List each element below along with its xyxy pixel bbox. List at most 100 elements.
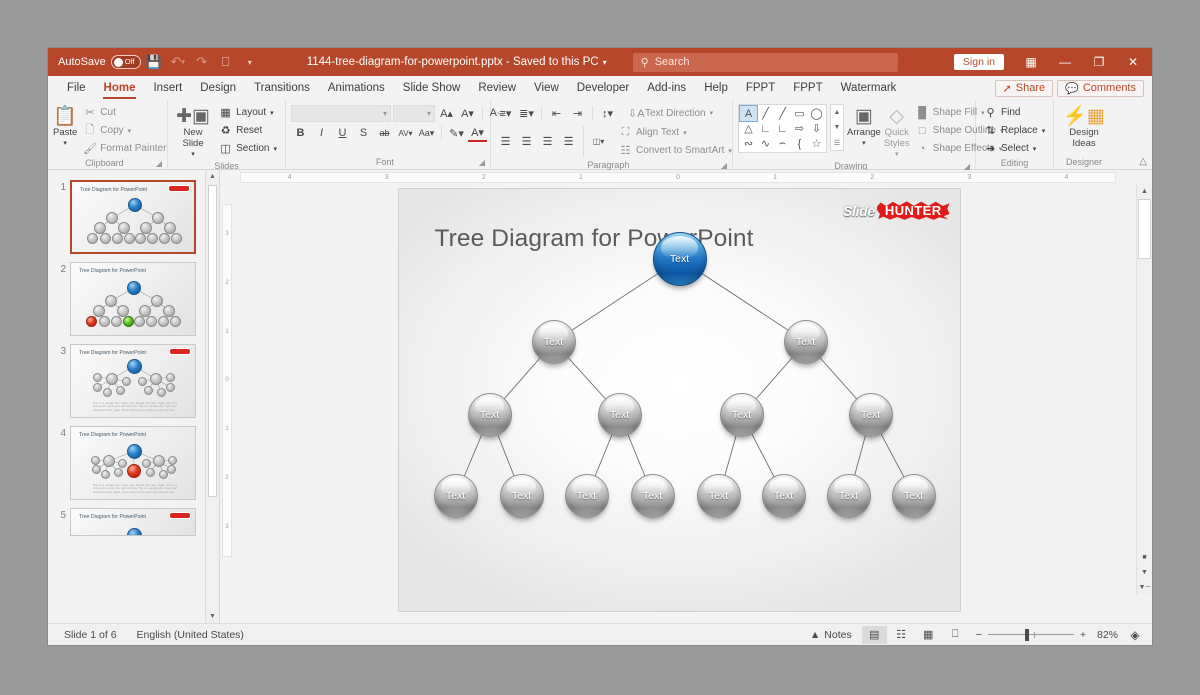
tree-node-l3-1[interactable]: Text bbox=[434, 474, 478, 518]
autosave-control[interactable]: AutoSave Off bbox=[58, 55, 141, 69]
new-slide-button[interactable]: ✚▣ New Slide ▾ bbox=[173, 104, 213, 160]
text-shadow-button[interactable]: S bbox=[354, 124, 373, 142]
strikethrough-button[interactable]: ab bbox=[375, 124, 394, 142]
bullets-button[interactable]: ≡▾ bbox=[496, 104, 515, 122]
comments-button[interactable]: 💬 Comments bbox=[1057, 80, 1144, 97]
text-highlight-color-button[interactable]: ✎▾ bbox=[447, 124, 466, 142]
slide-surface[interactable]: Tree Diagram for PowerPoint Slide HUNTER bbox=[398, 188, 961, 612]
align-text-button[interactable]: ⛶ Align Text ▾ bbox=[616, 124, 735, 141]
columns-button[interactable]: ◫▾ bbox=[589, 133, 608, 151]
search-input[interactable]: ⚲ Search bbox=[633, 53, 898, 72]
tree-node-l3-6[interactable]: Text bbox=[762, 474, 806, 518]
reset-button[interactable]: ♻ Reset bbox=[216, 122, 280, 139]
editor-vertical-scrollbar[interactable]: ▲ ■ ▼ ▼─ bbox=[1136, 184, 1152, 595]
shape-gallery-more-icon[interactable]: ☰ bbox=[831, 135, 843, 150]
text-direction-button[interactable]: ⇩A Text Direction ▾ bbox=[625, 105, 716, 122]
thumbnail-scroll-up-icon[interactable]: ▲ bbox=[206, 170, 219, 183]
present-icon[interactable]: ⎕ bbox=[215, 51, 237, 73]
tab-add-ins[interactable]: Add-ins bbox=[638, 76, 695, 100]
arrange-button[interactable]: ▣ Arrange ▾ bbox=[847, 104, 881, 149]
thumbnail-slide-4[interactable]: 4 Tree Diagram for PowerPoint bbox=[48, 422, 219, 504]
section-button[interactable]: ◫ Section ▾ bbox=[216, 140, 280, 157]
thumbnail-slide-3[interactable]: 3 Tree Diagram for PowerPoint bbox=[48, 340, 219, 422]
tree-node-l3-2[interactable]: Text bbox=[500, 474, 544, 518]
close-button[interactable]: ✕ bbox=[1116, 48, 1150, 76]
tree-node-l3-7[interactable]: Text bbox=[827, 474, 871, 518]
zoom-slider-handle[interactable] bbox=[1025, 629, 1029, 641]
shape-textbox-icon[interactable]: A bbox=[740, 106, 757, 121]
scroll-down-icon[interactable]: ▼ bbox=[1137, 565, 1152, 580]
tree-node-l2-3[interactable]: Text bbox=[720, 393, 764, 437]
tree-node-root[interactable]: Text bbox=[653, 232, 707, 286]
redo-icon[interactable]: ↷ bbox=[191, 51, 213, 73]
tree-node-l1-right[interactable]: Text bbox=[784, 320, 828, 364]
bold-button[interactable]: B bbox=[291, 124, 310, 142]
language-indicator[interactable]: English (United States) bbox=[127, 629, 254, 641]
tab-transitions[interactable]: Transitions bbox=[245, 76, 319, 100]
font-dialog-launcher[interactable]: ◢ bbox=[479, 156, 485, 169]
tree-node-l2-2[interactable]: Text bbox=[598, 393, 642, 437]
new-slide-dropdown-icon[interactable]: ▾ bbox=[191, 149, 195, 160]
shape-elbow-icon[interactable]: ∟ bbox=[757, 121, 774, 136]
increase-font-size-button[interactable]: A▴ bbox=[437, 104, 456, 122]
scroll-up-icon[interactable]: ▲ bbox=[1137, 184, 1152, 199]
shape-freeform-icon[interactable]: ∾ bbox=[740, 136, 757, 151]
shape-down-arrow-icon[interactable]: ⇩ bbox=[808, 121, 825, 136]
font-color-button[interactable]: A▾ bbox=[468, 124, 487, 142]
shape-triangle-icon[interactable]: △ bbox=[740, 121, 757, 136]
save-icon[interactable]: 💾 bbox=[143, 51, 165, 73]
tab-file[interactable]: File bbox=[58, 76, 95, 100]
tab-view[interactable]: View bbox=[525, 76, 568, 100]
font-name-select[interactable]: ▾ bbox=[291, 105, 391, 122]
tab-fppt-1[interactable]: FPPT bbox=[737, 76, 784, 100]
shape-arrow-icon[interactable]: ╱ bbox=[774, 106, 791, 121]
tab-developer[interactable]: Developer bbox=[568, 76, 638, 100]
cut-button[interactable]: ✂ Cut bbox=[80, 104, 169, 121]
section-dropdown-icon[interactable]: ▾ bbox=[273, 145, 277, 153]
convert-to-smartart-button[interactable]: ☷ Convert to SmartArt ▾ bbox=[616, 142, 735, 159]
replace-button[interactable]: ⇅ Replace ▾ bbox=[981, 122, 1048, 139]
quick-styles-button[interactable]: ◇ Quick Styles ▾ bbox=[884, 104, 910, 160]
shape-star-icon[interactable]: ☆ bbox=[808, 136, 825, 151]
tree-node-l3-8[interactable]: Text bbox=[892, 474, 936, 518]
font-size-select[interactable]: ▾ bbox=[393, 105, 435, 122]
thumbnail-scroll-down-icon[interactable]: ▼ bbox=[206, 610, 219, 623]
shape-right-arrow-icon[interactable]: ⇨ bbox=[791, 121, 808, 136]
align-left-button[interactable]: ☰ bbox=[496, 133, 515, 151]
copy-dropdown-icon[interactable]: ▾ bbox=[128, 127, 132, 135]
increase-indent-button[interactable]: ⇥ bbox=[568, 104, 587, 122]
tree-node-l2-1[interactable]: Text bbox=[468, 393, 512, 437]
layout-dropdown-icon[interactable]: ▾ bbox=[270, 109, 274, 117]
sign-in-button[interactable]: Sign in bbox=[954, 54, 1004, 70]
clipboard-dialog-launcher[interactable]: ◢ bbox=[156, 157, 162, 170]
slide-counter[interactable]: Slide 1 of 6 bbox=[54, 629, 127, 641]
document-title-dropdown-icon[interactable]: ▾ bbox=[603, 58, 607, 67]
zoom-in-button[interactable]: + bbox=[1080, 629, 1086, 641]
shape-arc-icon[interactable]: ⌢ bbox=[774, 136, 791, 151]
next-slide-icon[interactable]: ▼─ bbox=[1137, 580, 1152, 595]
share-button[interactable]: ➚ Share bbox=[995, 80, 1054, 97]
format-painter-button[interactable]: 🖌 Format Painter bbox=[80, 140, 169, 157]
find-button[interactable]: ⚲ Find bbox=[981, 104, 1048, 121]
thumbnail-slide-5[interactable]: 5 Tree Diagram for PowerPoint bbox=[48, 504, 219, 540]
design-ideas-button[interactable]: ⚡▦ Design Ideas bbox=[1059, 104, 1109, 149]
notes-button[interactable]: ▲ Notes bbox=[802, 629, 860, 641]
align-right-button[interactable]: ☰ bbox=[538, 133, 557, 151]
paste-button[interactable]: 📋 Paste ▾ bbox=[53, 104, 77, 149]
tree-node-l3-4[interactable]: Text bbox=[631, 474, 675, 518]
tree-node-l3-5[interactable]: Text bbox=[697, 474, 741, 518]
paste-dropdown-icon[interactable]: ▾ bbox=[63, 138, 67, 149]
shape-gallery-scroll[interactable]: ▲ ▼ ☰ bbox=[830, 104, 844, 151]
tab-fppt-2[interactable]: FPPT bbox=[784, 76, 831, 100]
character-spacing-button[interactable]: AV▾ bbox=[396, 124, 415, 142]
tab-animations[interactable]: Animations bbox=[319, 76, 394, 100]
vertical-scrollbar-thumb[interactable] bbox=[1138, 199, 1151, 259]
zoom-out-button[interactable]: − bbox=[976, 629, 982, 641]
shape-oval-icon[interactable]: ◯ bbox=[808, 106, 825, 121]
normal-view-icon[interactable]: ▤ bbox=[862, 626, 887, 644]
copy-button[interactable]: 🗋 Copy ▾ bbox=[80, 122, 169, 139]
shape-scroll-down-icon[interactable]: ▼ bbox=[831, 120, 843, 135]
undo-icon[interactable]: ↶▾ bbox=[167, 51, 189, 73]
shape-connector-icon[interactable]: ∟ bbox=[774, 121, 791, 136]
align-center-button[interactable]: ☰ bbox=[517, 133, 536, 151]
